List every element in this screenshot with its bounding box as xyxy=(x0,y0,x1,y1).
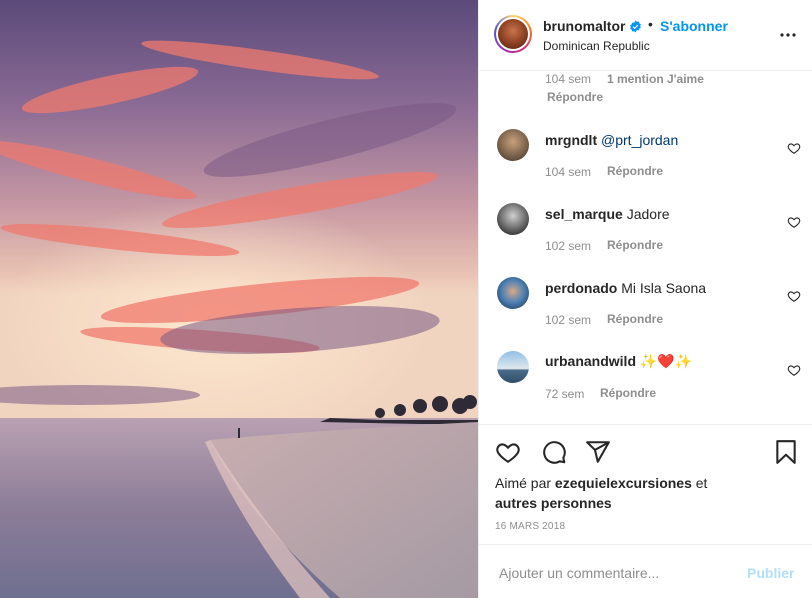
post-location[interactable]: Dominican Republic xyxy=(543,39,650,53)
like-comment-heart-icon[interactable] xyxy=(787,215,801,229)
commenter-avatar[interactable] xyxy=(497,277,529,309)
comment-time: 104 sem xyxy=(545,72,592,86)
comment-text: ✨❤️✨ xyxy=(639,353,693,369)
comment-username[interactable]: sel_marque xyxy=(545,206,623,222)
comment-time: 104 sem xyxy=(545,165,592,179)
comment-username[interactable]: mrgndlt xyxy=(545,132,597,148)
like-comment-heart-icon[interactable] xyxy=(787,289,801,303)
reply-button[interactable]: Répondre xyxy=(607,312,663,326)
post-date[interactable]: 16 MARS 2018 xyxy=(495,521,565,532)
comment-time: 102 sem xyxy=(545,313,592,327)
post-header: brunomaltor • S'abonner Dominican Republ… xyxy=(479,0,812,71)
comment-time: 102 sem xyxy=(545,239,592,253)
share-icon[interactable] xyxy=(585,439,611,465)
sunset-beach-image xyxy=(0,0,478,598)
verified-icon xyxy=(630,20,641,33)
likes-summary: Aimé par ezequielexcursiones et autres p… xyxy=(495,473,795,513)
likes-joiner: et xyxy=(695,475,708,491)
likes-prefix: Aimé par xyxy=(495,475,552,491)
comment-text: Jadore xyxy=(626,206,670,222)
reply-button[interactable]: Répondre xyxy=(600,386,656,400)
other-likers-link[interactable]: autres personnes xyxy=(495,495,612,511)
bookmark-icon[interactable] xyxy=(773,439,799,465)
author-avatar[interactable] xyxy=(494,15,532,53)
author-username[interactable]: brunomaltor xyxy=(543,18,625,34)
comment-input[interactable] xyxy=(497,561,731,585)
like-comment-heart-icon[interactable] xyxy=(787,363,801,377)
comments-list[interactable]: 104 sem 1 mention J'aime Répondre mrgndl… xyxy=(479,71,812,424)
more-options-icon[interactable] xyxy=(779,26,797,44)
liker-username[interactable]: ezequielexcursiones xyxy=(555,475,692,491)
comment-likes-count[interactable]: 1 mention J'aime xyxy=(607,72,704,86)
commenter-avatar[interactable] xyxy=(497,351,529,383)
reply-button[interactable]: Répondre xyxy=(547,90,603,104)
comment-body: urbanandwild ✨❤️✨ xyxy=(545,353,692,370)
publish-button[interactable]: Publier xyxy=(747,565,794,581)
reply-button[interactable]: Répondre xyxy=(607,164,663,178)
follow-button[interactable]: S'abonner xyxy=(660,18,728,34)
like-comment-heart-icon[interactable] xyxy=(787,141,801,155)
commenter-avatar[interactable] xyxy=(497,203,529,235)
post-photo[interactable] xyxy=(0,0,478,598)
reply-button[interactable]: Répondre xyxy=(607,238,663,252)
comment-composer: Publier xyxy=(479,544,812,598)
comment-text: Mi Isla Saona xyxy=(621,280,707,296)
comment-body: mrgndlt @prt_jordan xyxy=(545,132,678,148)
comment-icon[interactable] xyxy=(541,439,567,465)
commenter-avatar[interactable] xyxy=(497,129,529,161)
comment-body: sel_marque Jadore xyxy=(545,206,670,222)
heart-icon[interactable] xyxy=(495,439,521,465)
comment-mention[interactable]: @prt_jordan xyxy=(601,132,678,148)
comment-body: perdonado Mi Isla Saona xyxy=(545,280,706,296)
separator-dot: • xyxy=(648,16,653,32)
comment-username[interactable]: urbanandwild xyxy=(545,353,636,369)
post-actions: Aimé par ezequielexcursiones et autres p… xyxy=(479,424,812,544)
comment-time: 72 sem xyxy=(545,387,585,401)
post-detail-panel: brunomaltor • S'abonner Dominican Republ… xyxy=(478,0,812,598)
comment-username[interactable]: perdonado xyxy=(545,280,617,296)
